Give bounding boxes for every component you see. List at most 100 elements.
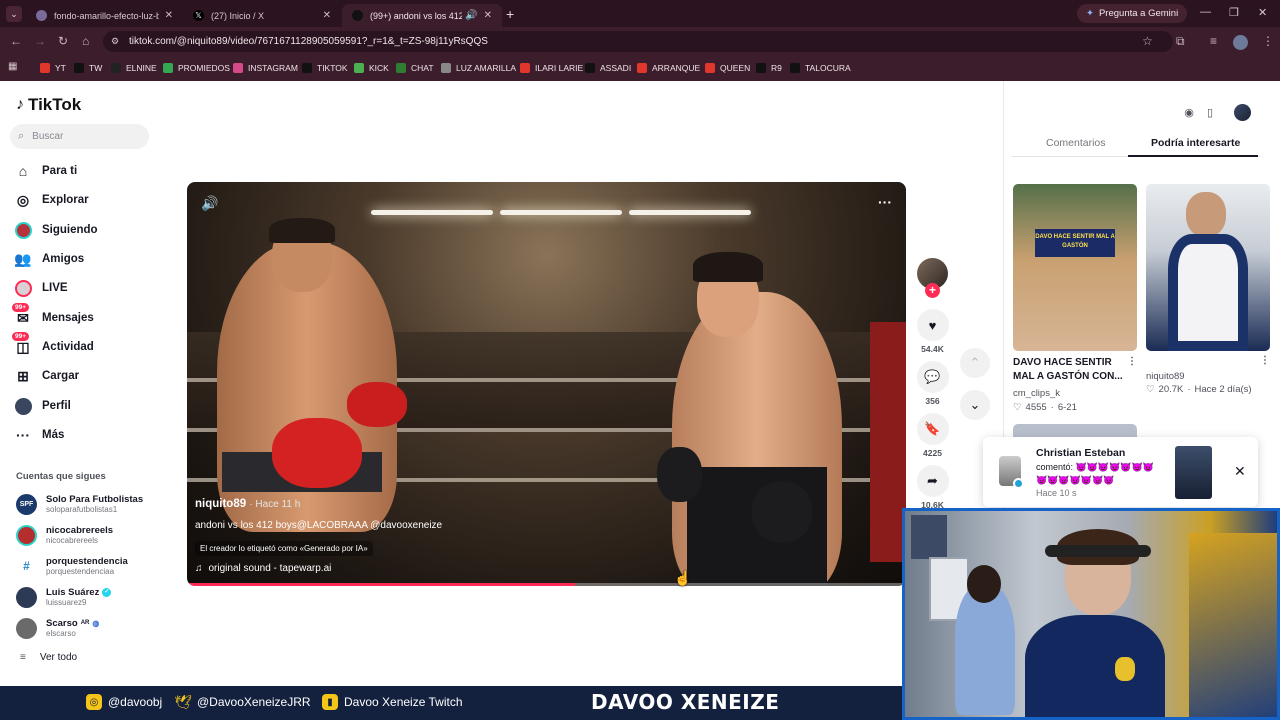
youtube-icon <box>637 63 647 73</box>
like-action[interactable]: ♥ 54.4K <box>915 309 950 354</box>
card-menu-icon[interactable]: ⋮ <box>1127 356 1137 367</box>
bookmark-instagram[interactable]: INSTAGRAM <box>233 62 298 74</box>
coins-icon[interactable]: ◉ <box>1182 106 1196 120</box>
speaker-icon[interactable]: 🔊 <box>465 10 477 21</box>
bookmark-chat[interactable]: CHAT <box>396 62 434 74</box>
heart-outline-icon: ♡ <box>1146 384 1155 395</box>
nav-cargar[interactable]: ⊞ Cargar <box>14 365 79 387</box>
search-icon: ⌕ <box>18 130 25 142</box>
tiktok-logo[interactable]: ♪ TikTok <box>16 95 81 115</box>
account-item[interactable]: nicocabrereels nicocabrereels <box>16 522 113 548</box>
x-logo-icon <box>756 63 766 73</box>
bookmark-luz-amarilla[interactable]: LUZ AMARILLA <box>441 62 516 74</box>
x-logo-icon <box>585 63 595 73</box>
gemini-button[interactable]: ✦ Pregunta a Gemini <box>1077 4 1188 23</box>
bookmark-elnine[interactable]: ELNINE <box>111 62 157 74</box>
volume-icon[interactable]: 🔊 <box>201 195 218 212</box>
bookmark-icon[interactable]: 🔖 <box>916 413 949 445</box>
nav-perfil[interactable]: Perfil <box>14 395 71 417</box>
nav-mensajes[interactable]: ✉ 99+ Mensajes <box>12 303 94 329</box>
mural-player <box>955 585 1015 715</box>
account-item[interactable]: Scarso AR ◍ elscarso <box>16 615 99 641</box>
nav-mas[interactable]: ··· Más <box>14 424 64 446</box>
profile-icon <box>14 397 32 415</box>
share-action[interactable]: ➦ 10.6K <box>915 465 950 510</box>
reload-icon[interactable]: ↻ <box>58 34 68 48</box>
bookmark-talocura[interactable]: TALOCURA <box>790 62 851 74</box>
card-user[interactable]: niquito89 <box>1146 371 1185 382</box>
close-window-icon[interactable]: ✕ <box>1258 6 1267 19</box>
nav-para-ti[interactable]: ⌂ Para ti <box>14 160 77 182</box>
twitter-handle: 🕊 @DavooXeneizeJRR <box>174 693 311 710</box>
card-meta: ♡ 4555 · 6-21 <box>1013 402 1077 413</box>
nav-amigos[interactable]: 👥 Amigos <box>14 248 84 270</box>
apps-grid-icon[interactable]: ▦ <box>8 61 17 72</box>
bookmark-yt[interactable]: YT <box>40 62 66 74</box>
close-tab-icon[interactable]: ✕ <box>323 10 331 21</box>
tab-comentarios[interactable]: Comentarios <box>1046 137 1106 149</box>
extensions-icon[interactable]: ⧉ <box>1176 34 1185 49</box>
follow-plus-icon[interactable]: + <box>925 283 940 298</box>
bookmark-star-icon[interactable]: ☆ <box>1142 34 1153 48</box>
bookmark-kick[interactable]: KICK <box>354 62 389 74</box>
account-item[interactable]: Luis Suárez ✓ luissuarez9 <box>16 584 112 610</box>
heart-icon[interactable]: ♥ <box>916 309 949 341</box>
close-icon[interactable]: ✕ <box>1234 463 1246 480</box>
profile-avatar[interactable] <box>1233 35 1248 50</box>
url-text[interactable]: tiktok.com/@niquito89/video/767167112890… <box>129 36 488 47</box>
close-tab-icon[interactable]: ✕ <box>484 10 492 21</box>
comment-action[interactable]: 💬 356 <box>915 361 950 406</box>
home-browser-icon[interactable]: ⌂ <box>82 34 89 48</box>
bookmark-queen[interactable]: QUEEN <box>705 62 750 74</box>
card-user[interactable]: cm_clips_k <box>1013 388 1060 399</box>
back-icon[interactable]: ← <box>10 34 22 48</box>
video-player[interactable]: 🔊 ··· niquito89 · Hace 11 h andoni vs lo… <box>187 182 906 586</box>
previous-video-button[interactable]: ⌃ <box>960 348 990 378</box>
video-sound[interactable]: ♫ original sound - tapewarp.ai <box>195 563 331 574</box>
new-tab-button[interactable]: + <box>506 6 514 22</box>
account-item[interactable]: SPF Solo Para Futbolistas soloparafutboli… <box>16 491 143 517</box>
bookmark-tw[interactable]: TW <box>74 62 102 74</box>
bookmark-arranque[interactable]: ARRANQUE <box>637 62 700 74</box>
forward-icon[interactable]: → <box>34 34 46 48</box>
headphones <box>1045 545 1151 557</box>
card-menu-icon[interactable]: ⋮ <box>1260 355 1270 366</box>
nav-explorar[interactable]: ◎ Explorar <box>14 189 89 211</box>
see-all-link[interactable]: ≡ Ver todo <box>20 652 77 663</box>
site-info-icon[interactable]: ⚙ <box>111 36 119 47</box>
video-author[interactable]: niquito89 · Hace 11 h <box>195 498 300 510</box>
bookmark-r9[interactable]: R9 <box>756 62 782 74</box>
comment-icon[interactable]: 💬 <box>916 361 949 393</box>
search-input[interactable]: ⌕ Buscar <box>10 124 149 149</box>
share-icon[interactable]: ➦ <box>916 465 949 497</box>
minimize-icon[interactable]: — <box>1200 6 1211 18</box>
bookmark-tiktok[interactable]: TIKTOK <box>302 62 348 74</box>
next-video-button[interactable]: ⌄ <box>960 390 990 420</box>
phone-icon[interactable]: ▯ <box>1203 106 1217 120</box>
bookmark-ilari-larie[interactable]: ILARI LARIE <box>520 62 583 74</box>
nav-actividad[interactable]: ◫ 99+ Actividad <box>12 332 94 358</box>
tab-fondo-amarillo[interactable]: fondo-amarillo-efecto-luz-brillante ✕ <box>26 4 183 27</box>
close-tab-icon[interactable]: ✕ <box>165 10 173 21</box>
more-options-icon[interactable]: ··· <box>878 194 892 210</box>
recommended-video-thumbnail[interactable] <box>1013 424 1137 438</box>
tab-tiktok-video[interactable]: (99+) andoni vs los 412 boys 🔊 ✕ <box>342 4 502 27</box>
recommended-video-thumbnail[interactable] <box>1146 184 1270 351</box>
account-item[interactable]: # porquestendencia porquestendenciaa <box>16 553 128 579</box>
nav-siguiendo[interactable]: Siguiendo <box>14 219 98 241</box>
bookmark-promiedos[interactable]: PROMIEDOS <box>163 62 230 74</box>
tab-search-button[interactable]: ⌄ <box>6 6 22 22</box>
save-count: 4225 <box>923 448 942 458</box>
menu-dots-icon[interactable]: ⋮ <box>1262 34 1274 48</box>
save-action[interactable]: 🔖 4225 <box>915 413 950 458</box>
card-title[interactable]: DAVO HACE SENTIR MAL A GASTÓN CON... <box>1013 356 1125 384</box>
restore-icon[interactable]: ❐ <box>1229 6 1239 19</box>
bookmark-assadi[interactable]: ASSADI <box>585 62 631 74</box>
recommended-video-thumbnail[interactable]: DAVO HACE SENTIR MAL A GASTÓN <box>1013 184 1137 351</box>
tab-x-inicio[interactable]: 𝕏 (27) Inicio / X ✕ <box>183 4 341 27</box>
tab-podria-interesarte[interactable]: Podría interesarte <box>1151 137 1240 149</box>
notification-thumbnail[interactable] <box>1175 446 1212 499</box>
user-avatar[interactable] <box>1234 104 1251 121</box>
media-icon[interactable]: ≡ <box>1210 34 1217 48</box>
nav-live[interactable]: LIVE <box>14 277 68 299</box>
